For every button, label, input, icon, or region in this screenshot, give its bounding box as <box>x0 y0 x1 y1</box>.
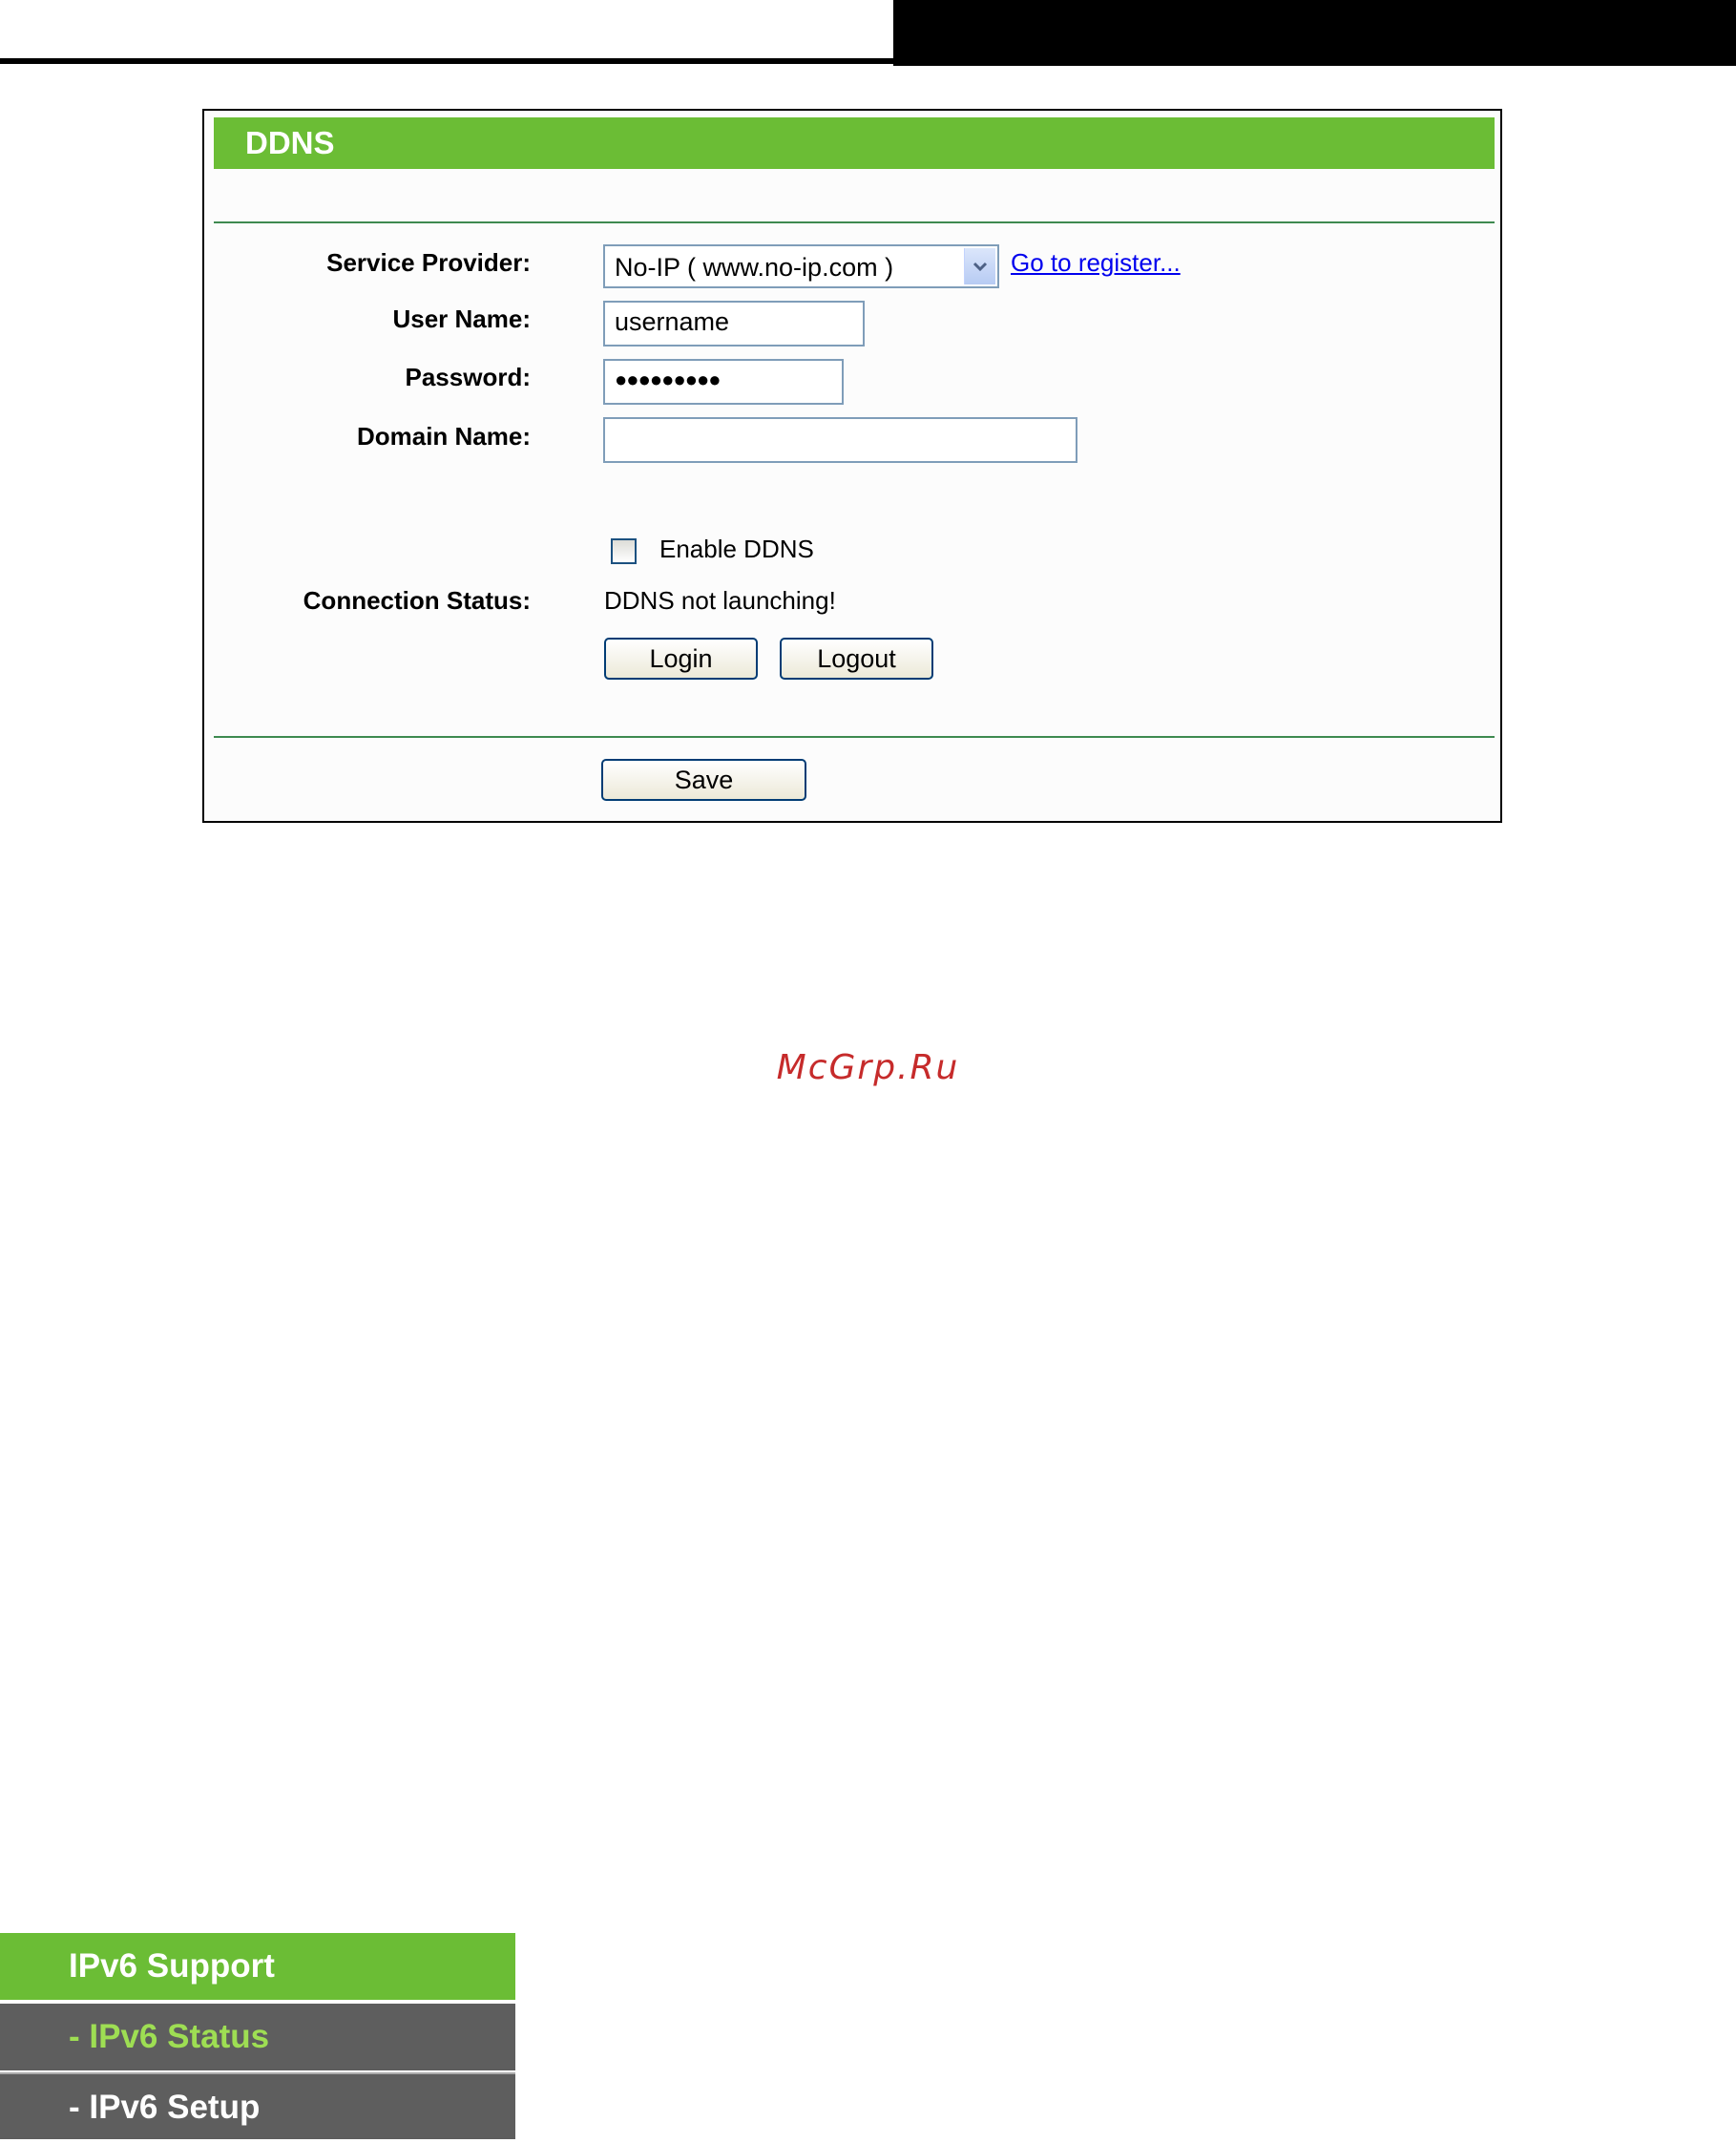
ipv6-menu: IPv6 Support - IPv6 Status - IPv6 Setup <box>0 1933 515 2143</box>
save-button[interactable]: Save <box>601 759 806 801</box>
service-provider-label: Service Provider: <box>326 248 531 277</box>
divider-top <box>214 221 1495 223</box>
menu-item-ipv6-support[interactable]: IPv6 Support <box>0 1933 515 2000</box>
chevron-down-icon[interactable] <box>964 248 995 284</box>
top-rule <box>0 58 895 64</box>
connection-status-value: DDNS not launching! <box>604 586 836 615</box>
enable-ddns-label: Enable DDNS <box>659 535 814 563</box>
ddns-panel: DDNS Service Provider: No-IP ( www.no-ip… <box>202 109 1502 823</box>
password-input[interactable]: ●●●●●●●●● <box>603 359 844 405</box>
top-black-bar <box>893 0 1736 66</box>
login-button[interactable]: Login <box>604 638 758 680</box>
service-provider-value: No-IP ( www.no-ip.com ) <box>615 253 894 282</box>
service-provider-select[interactable]: No-IP ( www.no-ip.com ) <box>603 244 999 288</box>
domain-name-input[interactable] <box>603 417 1077 463</box>
logout-button[interactable]: Logout <box>780 638 933 680</box>
menu-item-ipv6-status[interactable]: - IPv6 Status <box>0 2004 515 2070</box>
divider-bottom <box>214 736 1495 738</box>
menu-item-ipv6-setup[interactable]: - IPv6 Setup <box>0 2072 515 2139</box>
connection-status-label: Connection Status: <box>303 586 531 615</box>
go-to-register-link[interactable]: Go to register... <box>1011 248 1181 278</box>
panel-title: DDNS <box>214 117 1495 169</box>
domain-name-label: Domain Name: <box>356 422 531 451</box>
password-label: Password: <box>405 363 532 391</box>
enable-ddns-checkbox[interactable] <box>611 538 637 564</box>
username-label: User Name: <box>392 305 531 333</box>
watermark-text: McGrp.Ru <box>776 1048 960 1087</box>
username-input[interactable]: username <box>603 301 865 347</box>
